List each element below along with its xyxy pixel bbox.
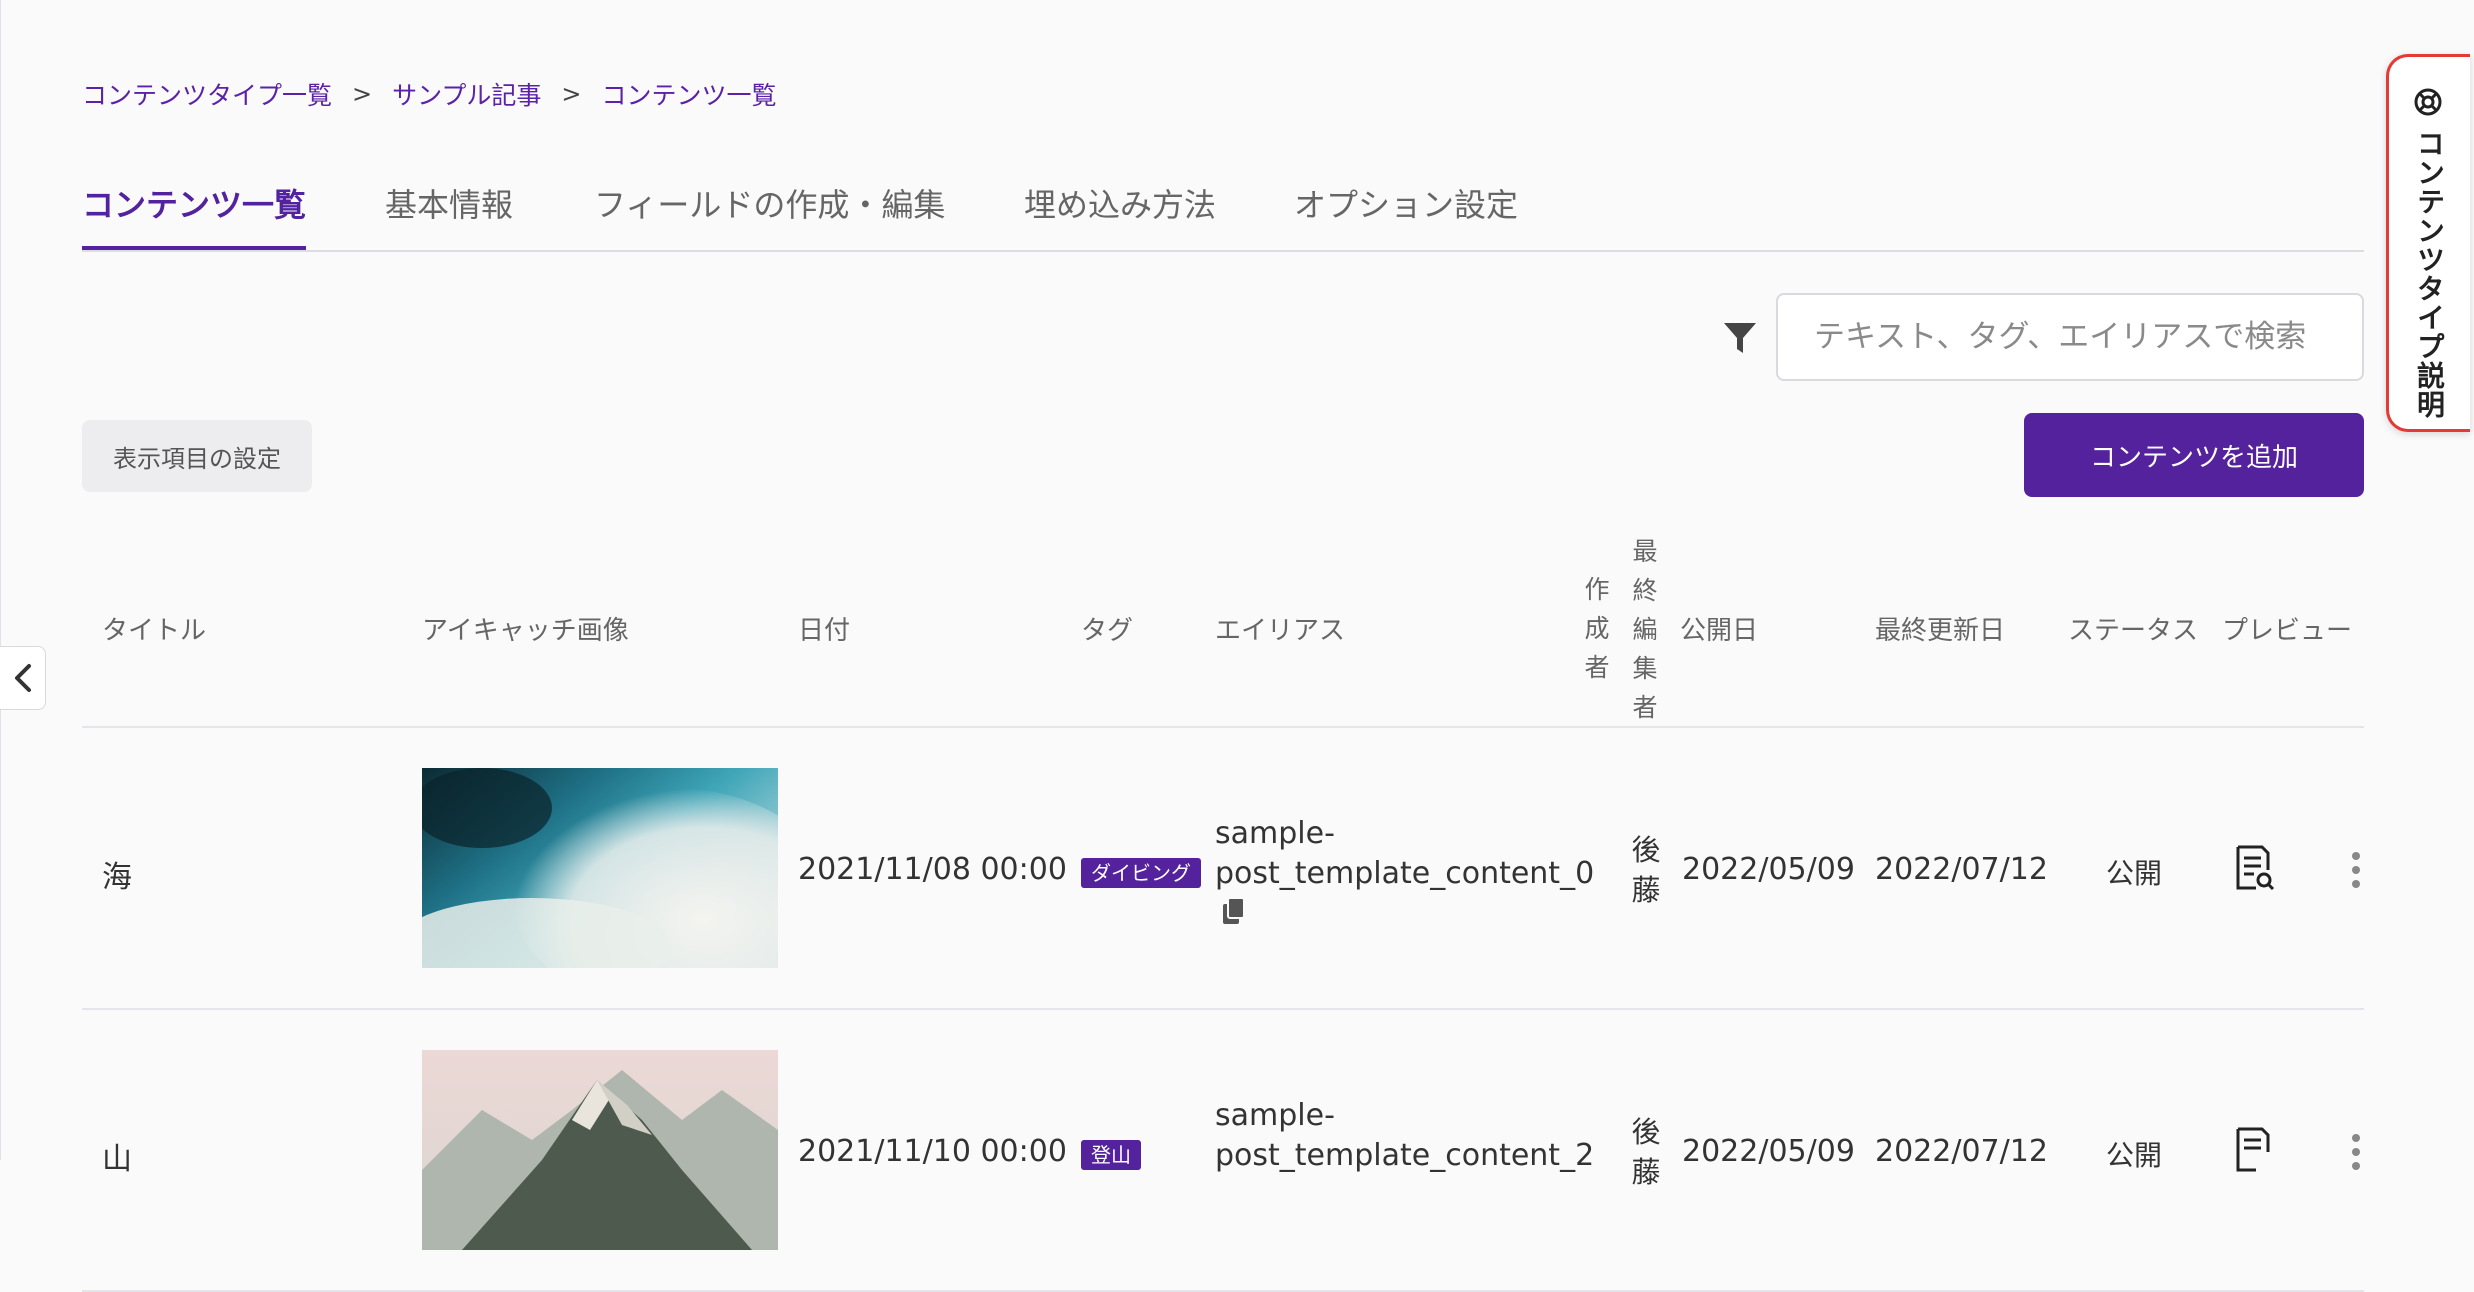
row-title[interactable]: 海 bbox=[102, 852, 132, 896]
row-date: 2021/11/10 00:00 bbox=[798, 1134, 1067, 1169]
status-badge: 公開 bbox=[2106, 1139, 2163, 1172]
table-header: タイトル アイキャッチ画像 日付 タグ エイリアス 作成者 最終編集者 公開日 … bbox=[82, 530, 2364, 728]
preview-icon[interactable] bbox=[2234, 844, 2276, 892]
column-header-preview: プレビュー bbox=[2222, 616, 2353, 646]
search-input[interactable] bbox=[1776, 293, 2364, 381]
table-row[interactable]: 海 2021/11/08 00:00 ダイビング sample- post_te… bbox=[82, 728, 2364, 1010]
column-header-date[interactable]: 日付 bbox=[798, 610, 850, 647]
display-settings-button[interactable]: 表示項目の設定 bbox=[82, 420, 312, 492]
alias-line: post_template_content_2 bbox=[1215, 1138, 1595, 1173]
add-content-button[interactable]: コンテンツを追加 bbox=[2024, 413, 2364, 497]
breadcrumb-item-content-types[interactable]: コンテンツタイプ一覧 bbox=[82, 76, 332, 112]
column-header-author: 作成者 bbox=[1584, 575, 1610, 682]
table-row[interactable]: 山 2021/11/10 00:00 登山 sample- post_templ… bbox=[82, 1010, 2364, 1292]
content-type-description-tab[interactable]: コンテンツタイプ説明 bbox=[2386, 54, 2470, 432]
row-alias: sample- post_template_content_2 bbox=[1215, 1096, 1594, 1176]
row-published: 2022/05/09 bbox=[1682, 852, 1855, 887]
tag-badge: ダイビング bbox=[1081, 858, 1201, 888]
row-menu-icon[interactable] bbox=[2352, 1134, 2360, 1176]
status-badge: 公開 bbox=[2106, 857, 2163, 890]
row-last-editor: 後藤 bbox=[1631, 1115, 1661, 1189]
breadcrumb-separator: > bbox=[561, 80, 582, 108]
breadcrumb-item-content-list[interactable]: コンテンツ一覧 bbox=[602, 76, 777, 112]
alias-line: sample- bbox=[1215, 816, 1335, 851]
tab-basic-info[interactable]: 基本情報 bbox=[385, 180, 513, 252]
help-circle-icon bbox=[2414, 88, 2442, 116]
column-header-tag: タグ bbox=[1081, 616, 1134, 646]
column-header-status[interactable]: ステータス bbox=[2068, 610, 2198, 647]
row-alias: sample- post_template_content_0 bbox=[1215, 814, 1594, 937]
breadcrumb: コンテンツタイプ一覧 > サンプル記事 > コンテンツ一覧 bbox=[82, 74, 777, 114]
column-header-alias[interactable]: エイリアス bbox=[1215, 610, 1345, 647]
row-updated: 2022/07/12 bbox=[1875, 852, 2048, 887]
copy-icon[interactable] bbox=[1219, 896, 1249, 926]
row-title[interactable]: 山 bbox=[102, 1134, 132, 1178]
tab-bar: コンテンツ一覧 基本情報 フィールドの作成・編集 埋め込み方法 オプション設定 bbox=[82, 180, 2364, 252]
breadcrumb-item-sample-article[interactable]: サンプル記事 bbox=[392, 76, 541, 112]
column-header-updated[interactable]: 最終更新日 bbox=[1875, 610, 2005, 647]
breadcrumb-separator: > bbox=[352, 80, 373, 108]
tag-badge: 登山 bbox=[1081, 1140, 1141, 1170]
row-last-editor: 後藤 bbox=[1631, 833, 1661, 907]
tab-content-list[interactable]: コンテンツ一覧 bbox=[82, 180, 307, 250]
column-header-last-editor: 最終編集者 bbox=[1632, 537, 1658, 722]
row-date: 2021/11/08 00:00 bbox=[798, 852, 1067, 887]
column-header-title[interactable]: タイトル bbox=[102, 610, 206, 647]
tab-field-editor[interactable]: フィールドの作成・編集 bbox=[594, 180, 945, 252]
preview-icon[interactable] bbox=[2234, 1126, 2276, 1174]
column-header-published[interactable]: 公開日 bbox=[1680, 610, 1758, 647]
row-updated: 2022/07/12 bbox=[1875, 1134, 2048, 1169]
eyecatch-image-ocean bbox=[422, 768, 778, 968]
column-header-eyecatch: アイキャッチ画像 bbox=[422, 616, 629, 646]
chevron-left-icon bbox=[14, 664, 31, 692]
tab-embed-method[interactable]: 埋め込み方法 bbox=[1024, 180, 1216, 252]
filter-icon[interactable] bbox=[1722, 320, 1758, 356]
row-menu-icon[interactable] bbox=[2352, 852, 2360, 894]
alias-line: sample- bbox=[1215, 1098, 1335, 1133]
alias-line: post_template_content_0 bbox=[1215, 856, 1595, 891]
row-published: 2022/05/09 bbox=[1682, 1134, 1855, 1169]
sidebar-edge bbox=[0, 0, 1, 1160]
side-panel-label: コンテンツタイプ説明 bbox=[2413, 129, 2446, 419]
sidebar-collapse-button[interactable] bbox=[0, 646, 46, 710]
tab-option-settings[interactable]: オプション設定 bbox=[1294, 180, 1518, 252]
eyecatch-image-mountain bbox=[422, 1050, 778, 1250]
